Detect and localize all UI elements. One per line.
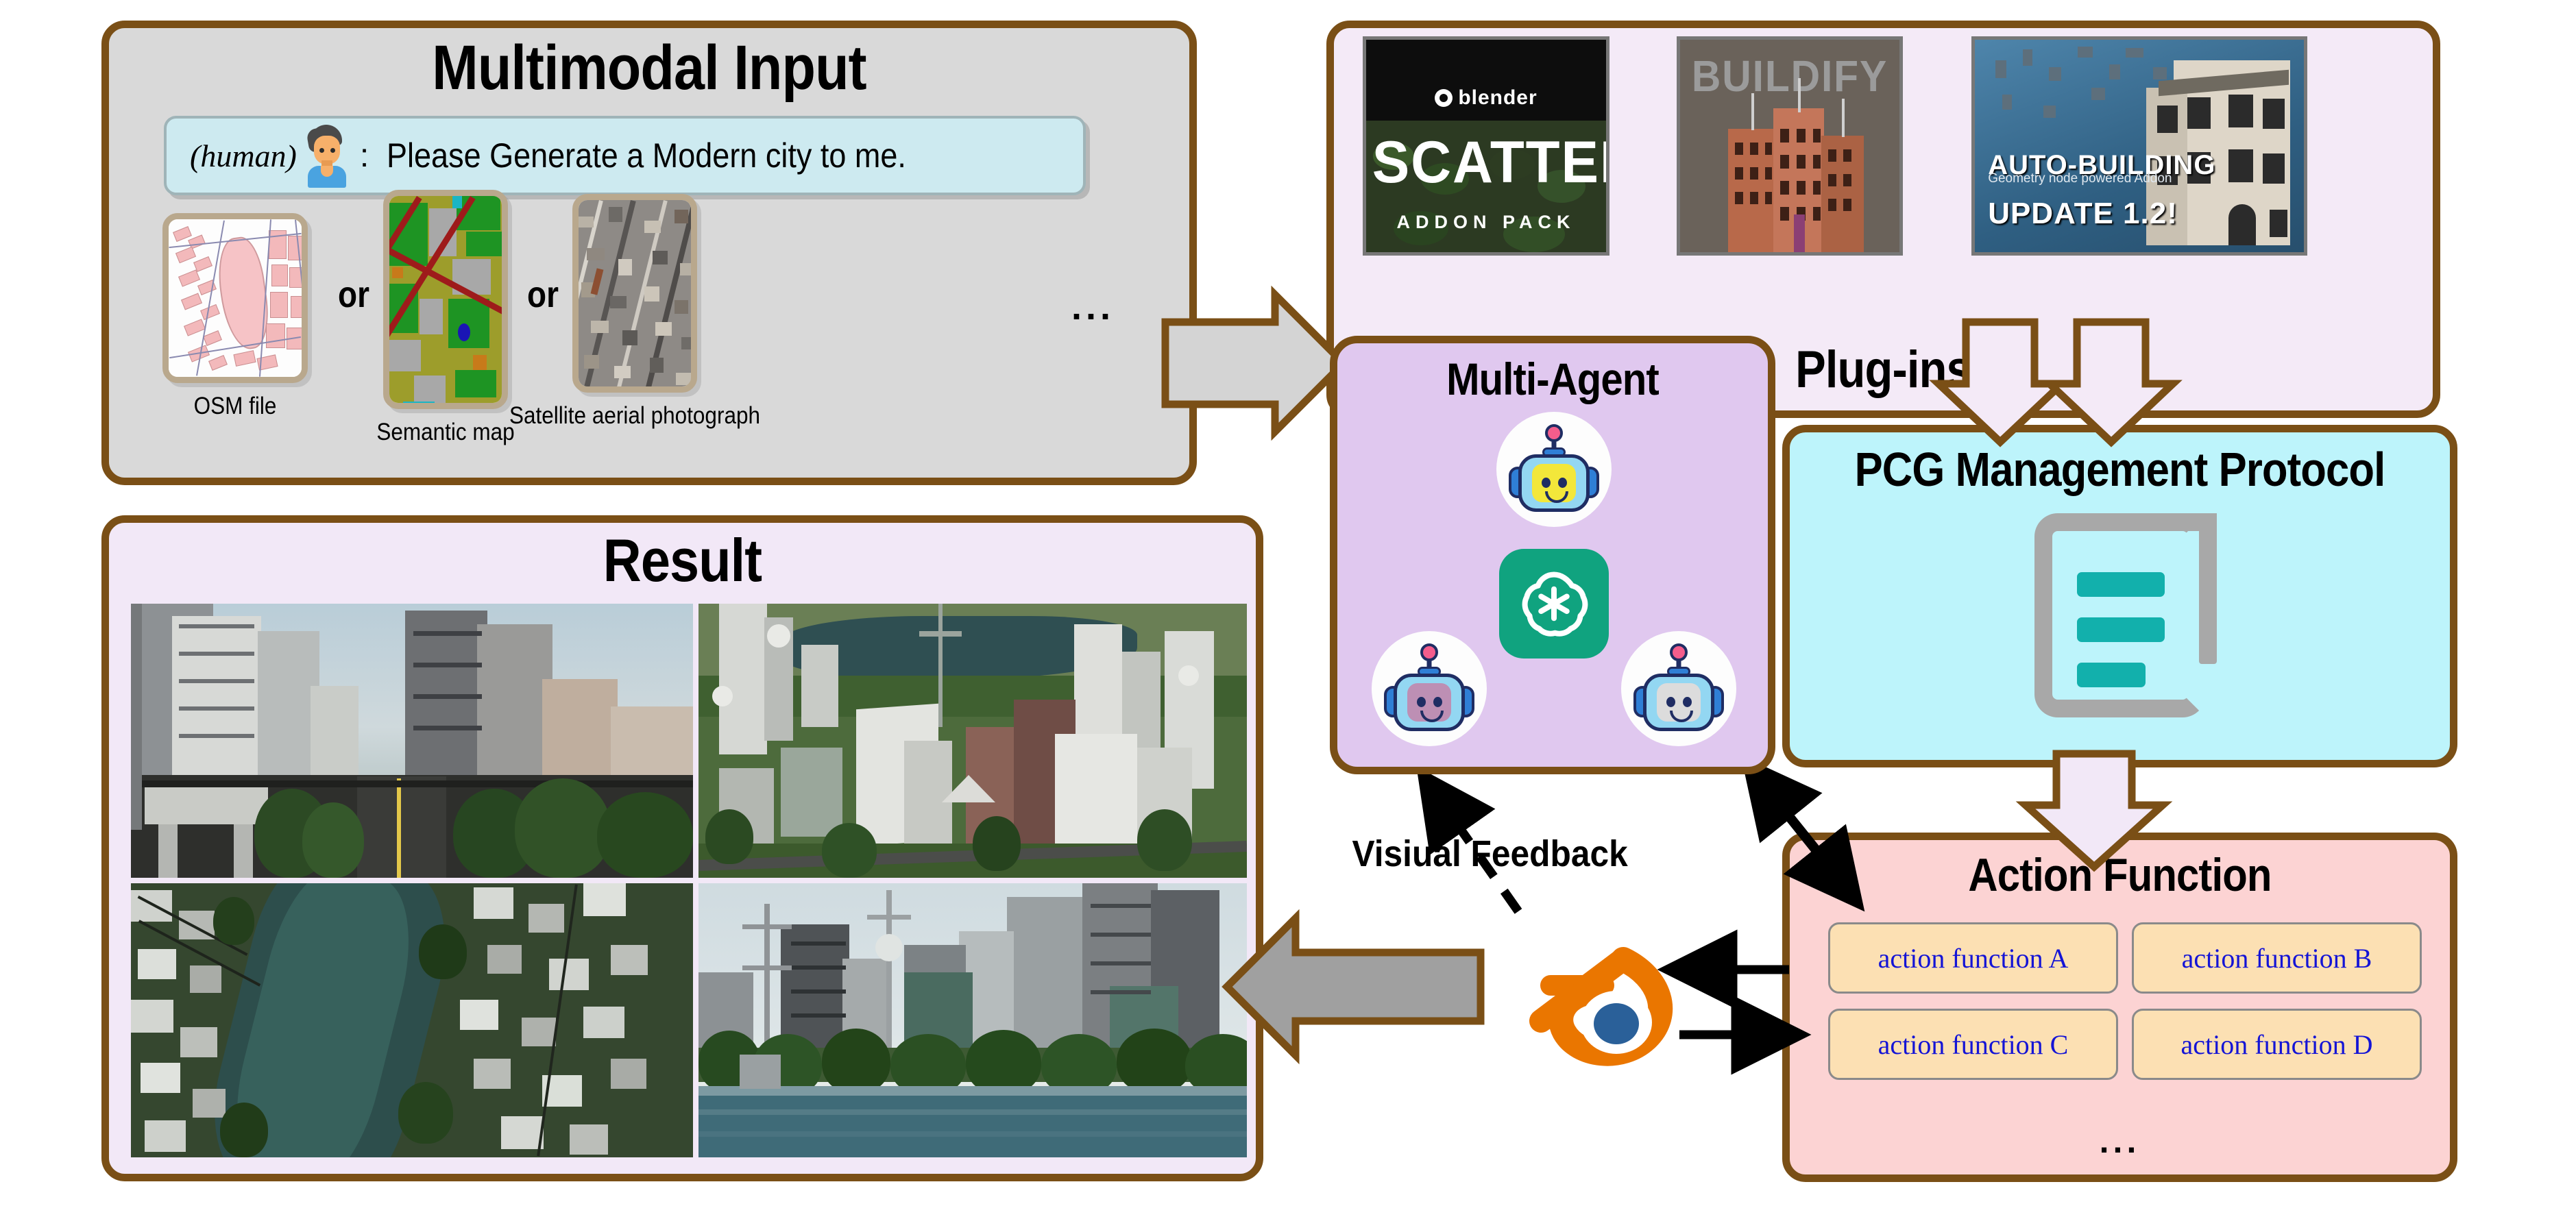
result-image-waterfront-skyline[interactable] bbox=[698, 883, 1247, 1157]
input-option-osm[interactable]: OSM file bbox=[162, 213, 308, 419]
plugin-card-scatter[interactable]: blender SCATTER ADDON PACK bbox=[1363, 36, 1609, 256]
robot-icon bbox=[1633, 643, 1724, 734]
arrow-render-to-result bbox=[1222, 909, 1485, 1065]
action-function-title: Action Function bbox=[1968, 849, 2272, 901]
input-option-caption: OSM file bbox=[193, 393, 277, 419]
pcg-protocol-title: PCG Management Protocol bbox=[1854, 443, 2386, 496]
diagram-canvas: Multimodal Input (human) : Please Genera… bbox=[0, 0, 2576, 1206]
multi-agent-title: Multi-Agent bbox=[1446, 354, 1660, 404]
input-option-satellite[interactable]: Satellite aerial photograph bbox=[509, 194, 760, 429]
or-separator-2: or bbox=[527, 274, 559, 315]
or-separator-1: or bbox=[338, 274, 369, 315]
result-image-grid bbox=[131, 604, 1247, 1164]
input-options-row: OSM file or Semantic map or Satellite ae… bbox=[109, 190, 1189, 479]
action-function-b[interactable]: action function B bbox=[2132, 922, 2422, 994]
blender-logo-icon bbox=[1501, 918, 1686, 1083]
multimodal-input-panel: Multimodal Input (human) : Please Genera… bbox=[101, 21, 1197, 485]
multi-agent-panel: Multi-Agent bbox=[1330, 336, 1775, 774]
result-panel: Result bbox=[101, 515, 1263, 1181]
robot-icon bbox=[1509, 424, 1599, 515]
plugin-subtitle-autobuilding: Geometry node powered Addon bbox=[1988, 171, 2172, 186]
robot-icon bbox=[1384, 643, 1474, 734]
openai-logo-icon bbox=[1499, 549, 1609, 659]
result-title: Result bbox=[603, 526, 762, 594]
input-more-ellipsis: ... bbox=[1071, 286, 1115, 328]
plugin-brand-blender: blender bbox=[1366, 86, 1606, 110]
action-function-d[interactable]: action function D bbox=[2132, 1009, 2422, 1080]
pcg-protocol-panel: PCG Management Protocol bbox=[1782, 425, 2457, 767]
plugin-name-scatter: SCATTER bbox=[1372, 130, 1606, 196]
human-avatar-icon bbox=[301, 125, 350, 188]
plugin-card-buildify[interactable]: BUILDIFY bbox=[1677, 36, 1903, 256]
plugin-subtitle-scatter: ADDON PACK bbox=[1396, 212, 1576, 233]
prompt-role-label: (human) bbox=[190, 138, 297, 173]
plugin-card-autobuilding[interactable]: AUTO-BUILDING Geometry node powered Addo… bbox=[1971, 36, 2307, 256]
agent-left[interactable] bbox=[1372, 631, 1487, 746]
prompt-colon: : bbox=[359, 137, 369, 174]
prompt-text: Please Generate a Modern city to me. bbox=[387, 136, 907, 175]
blender-logo-icon bbox=[1435, 89, 1453, 108]
result-image-street-level[interactable] bbox=[131, 604, 693, 878]
satellite-photo-thumbnail bbox=[572, 194, 697, 393]
action-function-grid: action function A action function B acti… bbox=[1828, 922, 2422, 1080]
action-function-a[interactable]: action function A bbox=[1828, 922, 2118, 994]
action-function-ellipsis: ... bbox=[2099, 1122, 2141, 1160]
multimodal-input-title: Multimodal Input bbox=[432, 33, 866, 103]
result-image-aerial-riverside[interactable] bbox=[698, 604, 1247, 878]
input-option-caption: Satellite aerial photograph bbox=[509, 402, 761, 429]
plugin-name-buildify: BUILDIFY bbox=[1691, 51, 1888, 101]
action-function-panel: Action Function action function A action… bbox=[1782, 833, 2457, 1182]
document-protocol-icon bbox=[2014, 513, 2226, 719]
action-function-c[interactable]: action function C bbox=[1828, 1009, 2118, 1080]
agent-right[interactable] bbox=[1621, 631, 1736, 746]
plugin-badge-update: UPDATE 1.2! bbox=[1988, 197, 2178, 231]
user-prompt-bar: (human) : Please Generate a Modern city … bbox=[164, 116, 1086, 195]
result-image-topdown-river[interactable] bbox=[131, 883, 693, 1157]
input-option-semantic[interactable]: Semantic map bbox=[376, 190, 515, 445]
plugin-card-row: blender SCATTER ADDON PACK BUILDIFY bbox=[1334, 28, 2433, 288]
input-option-caption: Semantic map bbox=[376, 419, 515, 445]
osm-map-thumbnail bbox=[162, 213, 308, 383]
semantic-map-thumbnail bbox=[383, 190, 508, 409]
agent-top[interactable] bbox=[1496, 412, 1612, 527]
visual-feedback-label: Visiual Feedback bbox=[1352, 833, 1628, 874]
